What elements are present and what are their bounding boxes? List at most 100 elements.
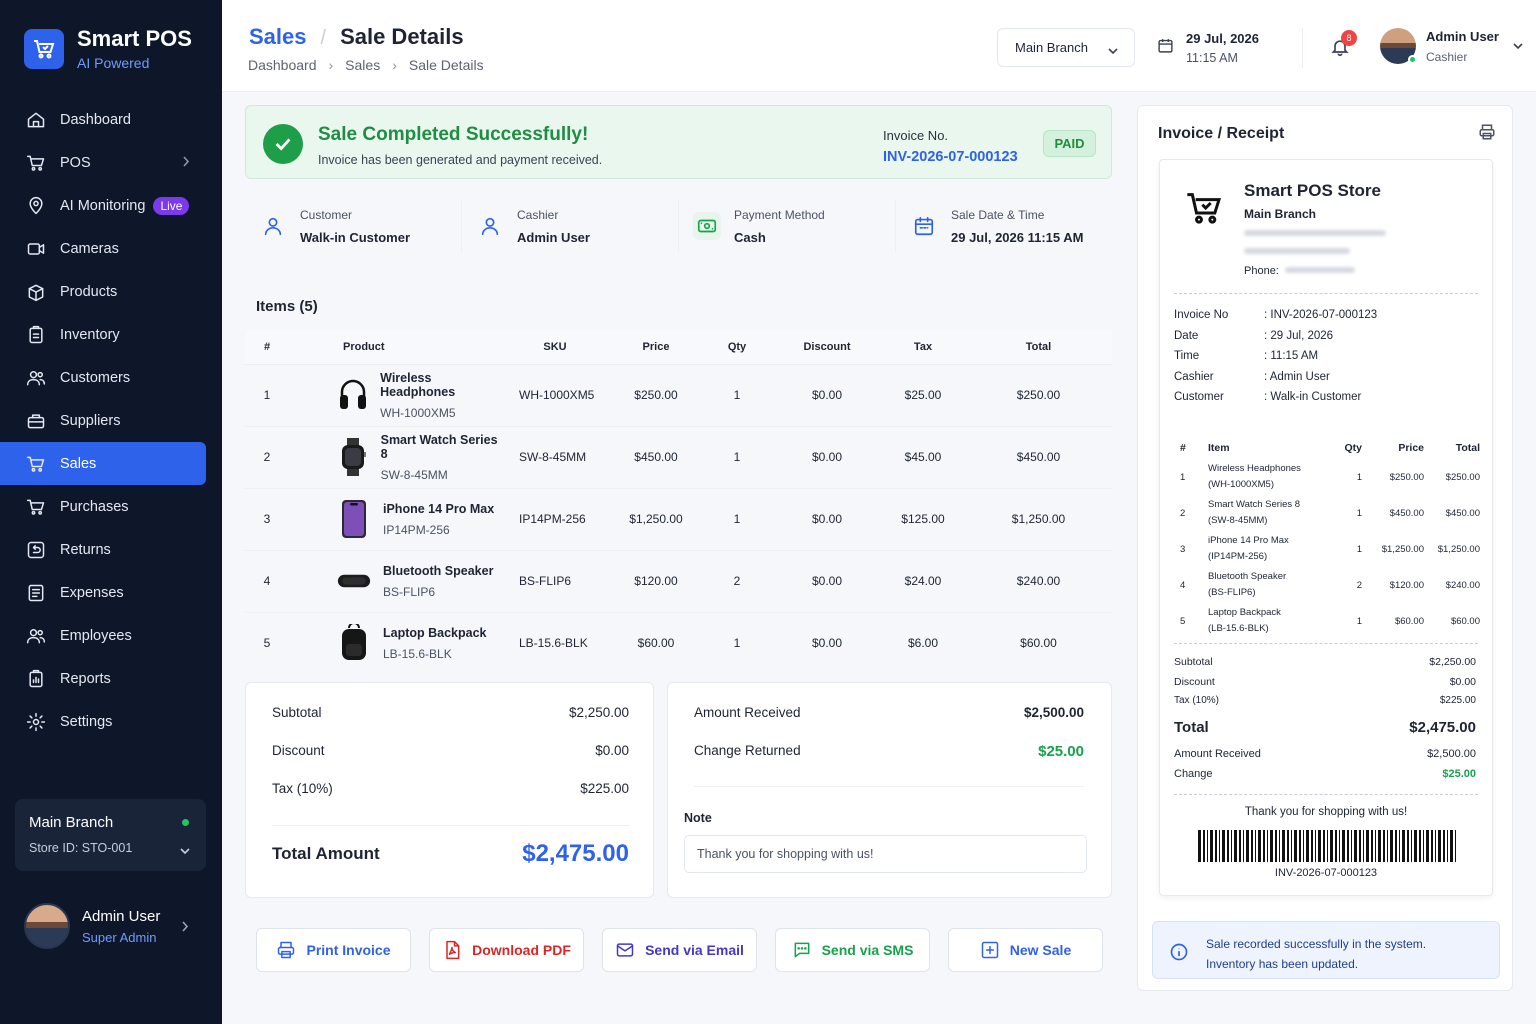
product-name[interactable]: Bluetooth Speaker bbox=[383, 564, 493, 578]
receipt-change-value: $25.00 bbox=[1442, 768, 1476, 780]
breadcrumb-current: Sale Details bbox=[408, 57, 484, 73]
payment-card: Amount Received $2,500.00 Change Returned… bbox=[667, 682, 1112, 898]
receipt-price: $60.00 bbox=[1394, 615, 1424, 627]
receipt-row-number: 3 bbox=[1180, 543, 1186, 555]
tax-cell: $125.00 bbox=[881, 487, 965, 550]
receipt-total: $450.00 bbox=[1445, 507, 1480, 519]
price-cell: $450.00 bbox=[611, 425, 701, 488]
sidebar-item-suppliers[interactable]: Suppliers bbox=[0, 399, 222, 442]
breadcrumb-sales[interactable]: Sales bbox=[345, 57, 380, 73]
receipt-qty: 2 bbox=[1356, 579, 1362, 591]
receipt-field-key: Invoice No bbox=[1174, 309, 1229, 321]
column-header: SKU bbox=[499, 330, 611, 364]
sidebar-item-sales[interactable]: Sales bbox=[0, 442, 206, 485]
avatar bbox=[24, 903, 70, 949]
printer-icon[interactable] bbox=[1478, 123, 1496, 146]
info-cashier: Cashier Admin User bbox=[462, 200, 679, 252]
branch-card[interactable]: Main Branch Store ID: STO-001 bbox=[15, 799, 206, 871]
print-invoice-button[interactable]: Print Invoice bbox=[256, 928, 411, 972]
title-section[interactable]: Sales bbox=[249, 24, 307, 49]
receipt-field-row: Customer: Walk-in Customer bbox=[1174, 391, 1361, 403]
info-icon bbox=[1169, 942, 1189, 967]
receipt-row-number: 4 bbox=[1180, 579, 1186, 591]
info-value: Cash bbox=[734, 229, 766, 245]
user-icon bbox=[259, 212, 287, 240]
invoice-number[interactable]: INV-2026-07-000123 bbox=[883, 149, 1018, 165]
table-row[interactable]: 5 Laptop Backpack LB-15.6-BLK LB-15.6-BLK $6… bbox=[245, 611, 1112, 674]
table-row[interactable]: 3 iPhone 14 Pro Max IP14PM-256 IP14PM-256 $1… bbox=[245, 487, 1112, 550]
receipt-qty: 1 bbox=[1356, 543, 1362, 555]
receipt-field-key: Customer bbox=[1174, 391, 1224, 403]
online-dot-icon bbox=[182, 819, 189, 826]
page-title: Sales / Sale Details bbox=[249, 24, 464, 49]
amount-received-value: $2,500.00 bbox=[1023, 705, 1084, 720]
receipt-field-row: Date: 29 Jul, 2026 bbox=[1174, 330, 1333, 342]
sidebar-item-returns[interactable]: Returns bbox=[0, 528, 222, 571]
column-header: # bbox=[245, 330, 289, 364]
download-pdf-button[interactable]: Download PDF bbox=[429, 928, 584, 972]
info-sale-date-time: Sale Date & Time 29 Jul, 2026 11:15 AM bbox=[896, 200, 1112, 252]
table-row[interactable]: 1 Wireless Headphones WH-1000XM5 WH-1000XM5… bbox=[245, 363, 1112, 426]
discount-cell: $0.00 bbox=[773, 425, 881, 488]
sidebar-item-dashboard[interactable]: Dashboard bbox=[0, 98, 222, 141]
sidebar-item-employees[interactable]: Employees bbox=[0, 614, 222, 657]
user-role: Cashier bbox=[1426, 49, 1468, 64]
branch-select[interactable]: Main Branch bbox=[997, 28, 1135, 67]
brand[interactable]: Smart POS AI Powered bbox=[24, 26, 192, 71]
table-row[interactable]: 2 Smart Watch Series 8 SW-8-45MM SW-8-45MM $… bbox=[245, 425, 1112, 488]
sidebar-item-customers[interactable]: Customers bbox=[0, 356, 222, 399]
sidebar-item-settings[interactable]: Settings bbox=[0, 700, 222, 743]
header-time: 11:15 AM bbox=[1186, 51, 1238, 65]
sidebar-item-ai-monitoring[interactable]: AI Monitoring Live bbox=[0, 184, 222, 227]
gear-icon bbox=[25, 711, 47, 733]
note-field[interactable]: Thank you for shopping with us! bbox=[684, 835, 1087, 873]
printer-icon bbox=[276, 940, 296, 960]
sidebar-user[interactable]: Admin User Super Admin bbox=[24, 903, 189, 949]
tax-cell: $45.00 bbox=[881, 425, 965, 488]
user-menu[interactable]: Admin User Cashier bbox=[1380, 28, 1523, 64]
qty-cell: 1 bbox=[701, 425, 773, 488]
brand-subtitle: AI Powered bbox=[77, 55, 150, 71]
user-icon bbox=[476, 212, 504, 240]
receipt-row: 5 Laptop Backpack (LB-15.6-BLK) 1 $60.00 $60.… bbox=[1174, 603, 1480, 639]
product-name[interactable]: Smart Watch Series 8 bbox=[381, 433, 499, 461]
sidebar-user-name: Admin User bbox=[82, 907, 161, 925]
sidebar-item-reports[interactable]: Reports bbox=[0, 657, 222, 700]
sidebar-item-products[interactable]: Products bbox=[0, 270, 222, 313]
receipt-phone: Phone: bbox=[1244, 265, 1355, 277]
success-subtitle: Invoice has been generated and payment r… bbox=[318, 153, 603, 167]
sidebar-item-inventory[interactable]: Inventory bbox=[0, 313, 222, 356]
receipt-store-branch: Main Branch bbox=[1244, 207, 1317, 221]
action-buttons: Print Invoice Download PDF Send via Email S… bbox=[256, 928, 1103, 972]
receipt-price: $450.00 bbox=[1389, 507, 1424, 519]
send-via-sms-button[interactable]: Send via SMS bbox=[775, 928, 930, 972]
sidebar-item-purchases[interactable]: Purchases bbox=[0, 485, 222, 528]
product-name[interactable]: iPhone 14 Pro Max bbox=[383, 502, 494, 516]
total-cell: $1,250.00 bbox=[965, 487, 1112, 550]
sidebar-item-label: Expenses bbox=[60, 584, 124, 601]
sale-info-row: Customer Walk-in Customer Cashier Admin Use… bbox=[245, 200, 1112, 260]
receipt-column-header: Price bbox=[1398, 442, 1424, 454]
sidebar-item-pos[interactable]: POS bbox=[0, 141, 222, 184]
info-label: Customer bbox=[300, 207, 353, 222]
breadcrumb-dashboard[interactable]: Dashboard bbox=[248, 57, 317, 73]
receipt-subtotal-value: $2,250.00 bbox=[1429, 656, 1476, 668]
receipt-item-name: Laptop Backpack bbox=[1208, 607, 1281, 618]
amount-received-label: Amount Received bbox=[694, 705, 801, 720]
column-header: Product bbox=[289, 330, 499, 364]
chevron-down-icon[interactable] bbox=[180, 842, 190, 860]
total-cell: $60.00 bbox=[965, 611, 1112, 674]
table-row[interactable]: 4 Bluetooth Speaker BS-FLIP6 BS-FLIP6 $120.0… bbox=[245, 549, 1112, 612]
plus-box-icon bbox=[980, 940, 1000, 960]
sidebar-item-label: Products bbox=[60, 283, 118, 300]
send-via-email-button[interactable]: Send via Email bbox=[602, 928, 757, 972]
product-name[interactable]: Laptop Backpack bbox=[383, 626, 487, 640]
receipt-received-row: Amount Received $2,500.00 bbox=[1174, 748, 1476, 760]
sidebar-item-cameras[interactable]: Cameras bbox=[0, 227, 222, 270]
column-header: Tax bbox=[881, 330, 965, 364]
branch-select-value: Main Branch bbox=[1015, 40, 1088, 55]
product-name[interactable]: Wireless Headphones bbox=[380, 371, 499, 399]
sidebar-item-expenses[interactable]: Expenses bbox=[0, 571, 222, 614]
new-sale-button[interactable]: New Sale bbox=[948, 928, 1103, 972]
chevron-right-icon[interactable] bbox=[182, 919, 189, 937]
